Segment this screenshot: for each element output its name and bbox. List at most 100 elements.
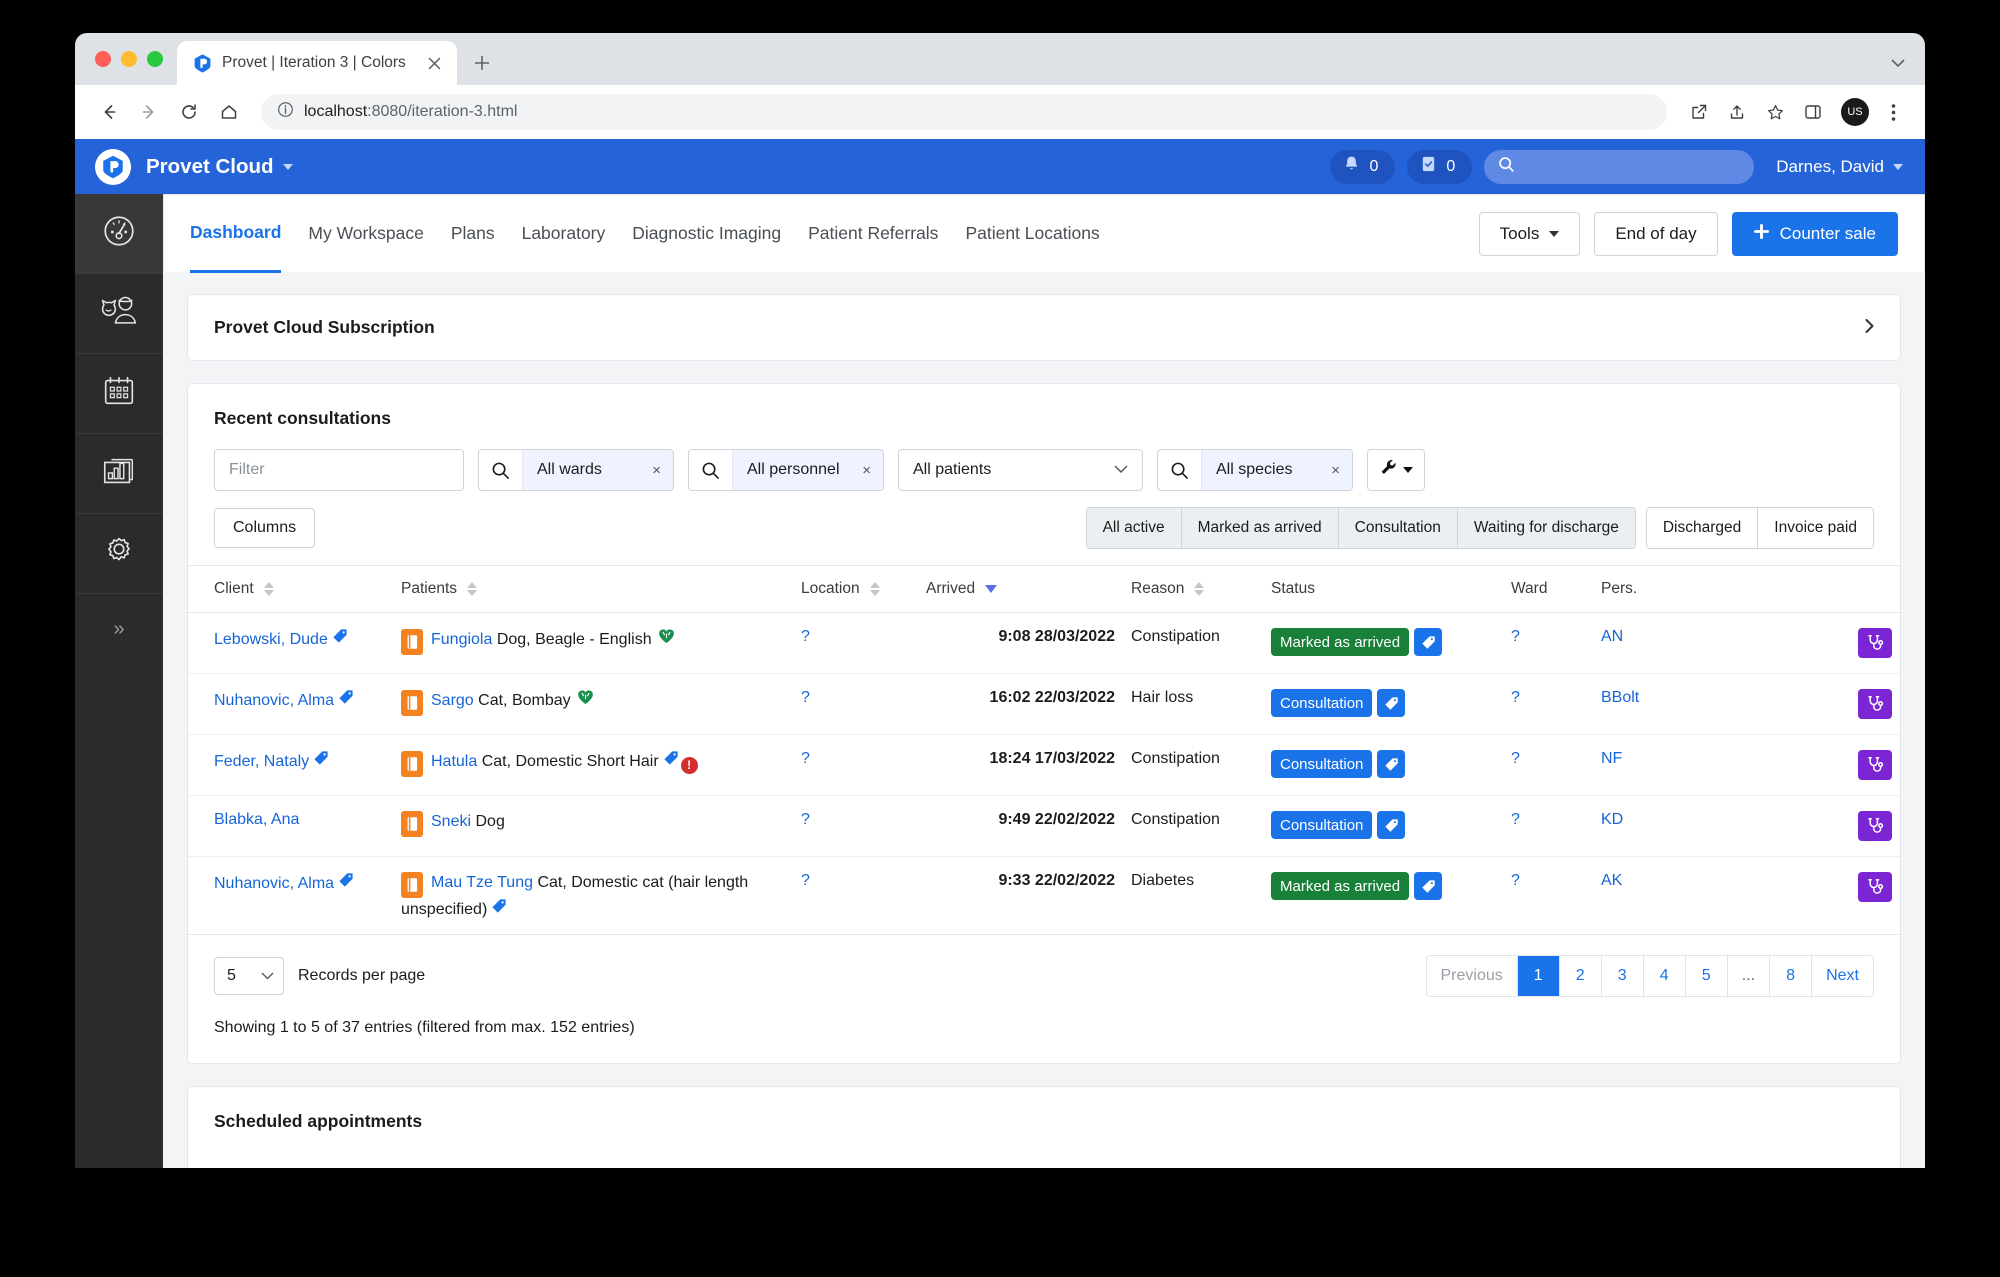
new-tab-icon[interactable] bbox=[465, 46, 499, 80]
patient-link[interactable]: Mau Tze Tung bbox=[431, 874, 533, 891]
pagination-page-8[interactable]: 8 bbox=[1770, 956, 1812, 996]
location-value[interactable]: ? bbox=[801, 872, 810, 889]
heart-health-icon[interactable] bbox=[577, 692, 594, 709]
sort-arrived-icon[interactable] bbox=[985, 585, 997, 593]
tab-diagnostic-imaging[interactable]: Diagnostic Imaging bbox=[632, 223, 781, 244]
pagination-page-5[interactable]: 5 bbox=[1686, 956, 1728, 996]
status-badge[interactable]: Consultation bbox=[1271, 689, 1372, 717]
patient-record-icon[interactable] bbox=[401, 690, 423, 716]
ward-value[interactable]: ? bbox=[1511, 872, 1520, 889]
location-value[interactable]: ? bbox=[801, 628, 810, 645]
stethoscope-button[interactable] bbox=[1858, 872, 1892, 902]
status-filter-invoice-paid[interactable]: Invoice paid bbox=[1758, 508, 1873, 548]
status-badge[interactable]: Consultation bbox=[1271, 750, 1372, 778]
patient-link[interactable]: Hatula bbox=[431, 753, 477, 770]
ward-value[interactable]: ? bbox=[1511, 689, 1520, 706]
ward-value[interactable]: ? bbox=[1511, 811, 1520, 828]
tab-patient-referrals[interactable]: Patient Referrals bbox=[808, 223, 938, 244]
tag-icon[interactable] bbox=[313, 753, 329, 770]
tasks-button[interactable]: 0 bbox=[1407, 150, 1472, 184]
address-bar[interactable]: localhost:8080/iteration-3.html bbox=[261, 94, 1667, 130]
browser-tab[interactable]: Provet | Iteration 3 | Colors bbox=[177, 41, 457, 85]
client-link[interactable]: Nuhanovic, Alma bbox=[214, 875, 334, 892]
stethoscope-button[interactable] bbox=[1858, 689, 1892, 719]
pagination-page-3[interactable]: 3 bbox=[1602, 956, 1644, 996]
brand-menu[interactable]: Provet Cloud bbox=[146, 155, 293, 179]
col-patients[interactable]: Patients bbox=[393, 566, 793, 613]
clear-personnel-icon[interactable]: × bbox=[862, 462, 871, 479]
share-open-icon[interactable] bbox=[1681, 94, 1717, 130]
patients-select[interactable]: All patients bbox=[898, 449, 1143, 491]
chevron-right-icon[interactable] bbox=[1865, 319, 1874, 336]
stethoscope-button[interactable] bbox=[1858, 628, 1892, 658]
tag-icon[interactable] bbox=[1377, 689, 1405, 717]
sidebar-item-dashboard[interactable] bbox=[75, 194, 163, 274]
col-location[interactable]: Location bbox=[793, 566, 918, 613]
patient-link[interactable]: Sargo bbox=[431, 692, 474, 709]
status-badge[interactable]: Marked as arrived bbox=[1271, 628, 1409, 656]
wards-select[interactable]: All wards × bbox=[478, 449, 674, 491]
patient-record-icon[interactable] bbox=[401, 629, 423, 655]
ward-value[interactable]: ? bbox=[1511, 750, 1520, 767]
patient-record-icon[interactable] bbox=[401, 872, 423, 898]
col-client[interactable]: Client bbox=[188, 566, 393, 613]
client-link[interactable]: Nuhanovic, Alma bbox=[214, 692, 334, 709]
sort-location-icon[interactable] bbox=[870, 582, 880, 596]
stethoscope-button[interactable] bbox=[1858, 750, 1892, 780]
personnel-link[interactable]: AN bbox=[1601, 628, 1623, 645]
forward-icon[interactable] bbox=[131, 94, 167, 130]
sort-patients-icon[interactable] bbox=[467, 582, 477, 596]
alert-icon[interactable]: ! bbox=[681, 757, 698, 774]
sort-client-icon[interactable] bbox=[264, 582, 274, 596]
maximize-window-button[interactable] bbox=[147, 51, 163, 67]
pagination-next[interactable]: Next bbox=[1812, 956, 1873, 996]
client-link[interactable]: Blabka, Ana bbox=[214, 811, 299, 828]
personnel-link[interactable]: BBolt bbox=[1601, 689, 1639, 706]
col-reason[interactable]: Reason bbox=[1123, 566, 1263, 613]
tag-icon[interactable] bbox=[663, 753, 679, 770]
counter-sale-button[interactable]: Counter sale bbox=[1732, 212, 1898, 256]
global-search[interactable] bbox=[1484, 150, 1754, 184]
client-link[interactable]: Lebowski, Dude bbox=[214, 631, 328, 648]
tag-icon[interactable] bbox=[332, 631, 348, 648]
status-filter-all-active[interactable]: All active bbox=[1087, 508, 1182, 548]
patient-record-icon[interactable] bbox=[401, 811, 423, 837]
ward-value[interactable]: ? bbox=[1511, 628, 1520, 645]
end-of-day-button[interactable]: End of day bbox=[1594, 212, 1717, 256]
patient-record-icon[interactable] bbox=[401, 751, 423, 777]
provet-logo-icon[interactable] bbox=[95, 149, 131, 185]
settings-wrench-button[interactable] bbox=[1367, 449, 1425, 491]
clear-species-icon[interactable]: × bbox=[1331, 462, 1340, 479]
sort-reason-icon[interactable] bbox=[1194, 582, 1204, 596]
tab-my-workspace[interactable]: My Workspace bbox=[308, 223, 423, 244]
col-arrived[interactable]: Arrived bbox=[918, 566, 1123, 613]
tag-icon[interactable] bbox=[491, 901, 507, 918]
tab-plans[interactable]: Plans bbox=[451, 223, 495, 244]
upload-share-icon[interactable] bbox=[1719, 94, 1755, 130]
columns-button[interactable]: Columns bbox=[214, 508, 315, 548]
reload-icon[interactable] bbox=[171, 94, 207, 130]
status-filter-marked-as-arrived[interactable]: Marked as arrived bbox=[1182, 508, 1339, 548]
site-info-icon[interactable] bbox=[277, 101, 294, 123]
side-panel-icon[interactable] bbox=[1795, 94, 1831, 130]
tab-list-chevron-down-icon[interactable] bbox=[1891, 56, 1905, 71]
sidebar-expand-button[interactable]: » bbox=[75, 594, 163, 664]
personnel-link[interactable]: KD bbox=[1601, 811, 1623, 828]
tag-icon[interactable] bbox=[1414, 628, 1442, 656]
patient-link[interactable]: Fungiola bbox=[431, 631, 492, 648]
tag-icon[interactable] bbox=[1414, 872, 1442, 900]
pagination-previous[interactable]: Previous bbox=[1427, 956, 1518, 996]
tab-laboratory[interactable]: Laboratory bbox=[522, 223, 606, 244]
close-tab-icon[interactable] bbox=[423, 52, 445, 74]
stethoscope-button[interactable] bbox=[1858, 811, 1892, 841]
minimize-window-button[interactable] bbox=[121, 51, 137, 67]
personnel-link[interactable]: NF bbox=[1601, 750, 1622, 767]
bookmark-star-icon[interactable] bbox=[1757, 94, 1793, 130]
location-value[interactable]: ? bbox=[801, 750, 810, 767]
tag-icon[interactable] bbox=[338, 692, 354, 709]
tab-dashboard[interactable]: Dashboard bbox=[190, 195, 281, 273]
personnel-select[interactable]: All personnel × bbox=[688, 449, 884, 491]
tag-icon[interactable] bbox=[1377, 750, 1405, 778]
status-badge[interactable]: Consultation bbox=[1271, 811, 1372, 839]
clear-wards-icon[interactable]: × bbox=[652, 462, 661, 479]
